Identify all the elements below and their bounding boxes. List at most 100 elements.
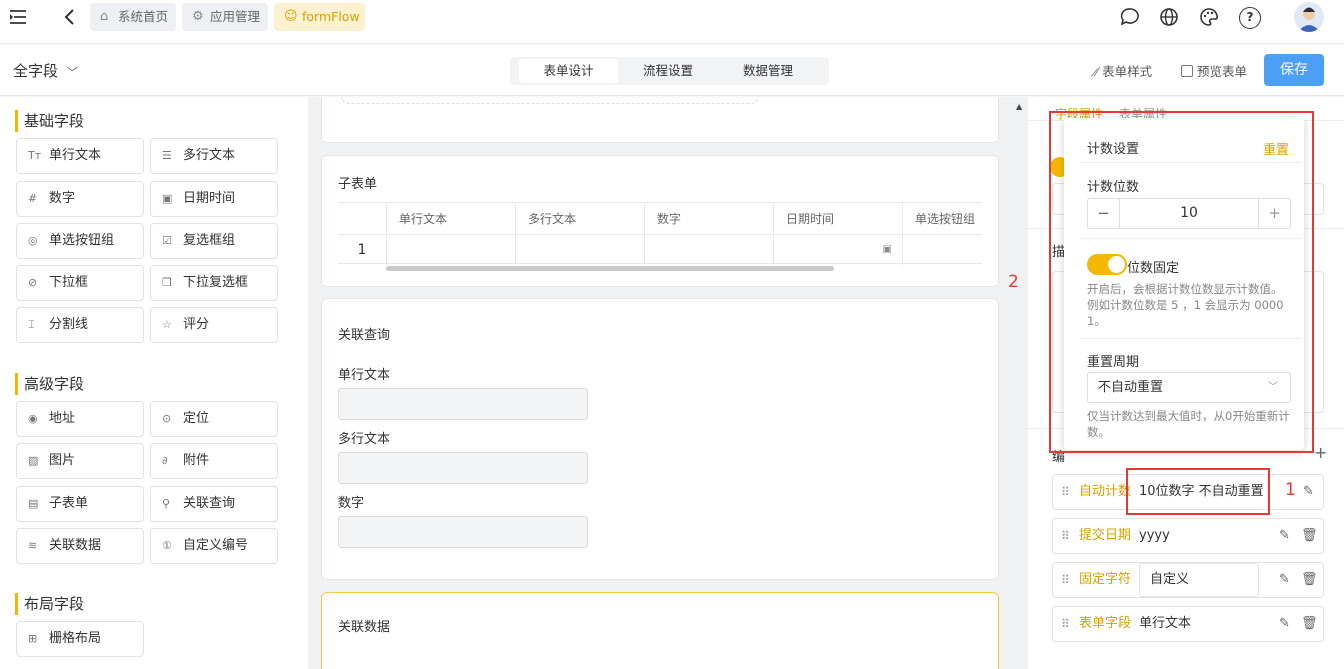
search-icon: ⚲ <box>162 497 171 510</box>
hash-icon: # <box>28 192 38 205</box>
field-multi-select[interactable]: ❐ 下拉复选框 <box>150 265 278 301</box>
field-datetime[interactable]: ▣ 日期时间 <box>150 181 278 217</box>
annotation-box-rule-value <box>1126 468 1270 515</box>
form-canvas: 子表单 1 单行文本 多行文本 数字 日期时间 ▣ 单选按钮组 关联查询 单行文本… <box>310 97 1028 669</box>
image-icon: ▨ <box>28 454 39 467</box>
calendar-icon: ▣ <box>162 192 173 205</box>
add-rule-icon[interactable]: + <box>1314 443 1327 462</box>
form-name-dropdown[interactable]: 全字段 ﹀ <box>13 60 78 82</box>
back-icon[interactable] <box>62 8 76 26</box>
palette-icon[interactable] <box>1199 7 1219 27</box>
row-index: 1 <box>357 242 367 258</box>
apps-icon: ⚙ <box>192 9 204 24</box>
rule-name: 提交日期 <box>1079 528 1132 543</box>
rule-row-submit-date[interactable]: ⠿ 提交日期 yyyy ✎ 🗑 <box>1052 518 1324 554</box>
field-single-line-text[interactable]: Tт 单行文本 <box>16 138 144 174</box>
scroll-up-arrow[interactable]: ▲ <box>1016 102 1022 111</box>
field-divider[interactable]: ⌶ 分割线 <box>16 307 144 343</box>
breadcrumb-formflow[interactable]: ☺ formFlow <box>274 3 365 31</box>
horizontal-scrollbar[interactable] <box>386 266 834 271</box>
checkbox-icon: ☑ <box>162 234 172 247</box>
lookup-field-label: 多行文本 <box>338 432 391 447</box>
section-layout-title: 布局字段 <box>15 593 84 615</box>
rule-name: 自动计数 <box>1079 484 1132 499</box>
fixed-chars-input[interactable]: 自定义 <box>1139 563 1259 597</box>
field-checkbox-group[interactable]: ☑ 复选框组 <box>150 223 278 259</box>
field-rating[interactable]: ☆ 评分 <box>150 307 278 343</box>
help-icon[interactable]: ? <box>1239 7 1261 29</box>
field-number[interactable]: # 数字 <box>16 181 144 217</box>
chat-icon[interactable] <box>1120 7 1140 27</box>
delete-icon[interactable]: 🗑 <box>1301 607 1318 641</box>
field-subform[interactable]: ▤ 子表单 <box>16 486 144 522</box>
section-basic-title: 基础字段 <box>15 110 84 132</box>
multiline-icon: ☰ <box>162 149 172 162</box>
field-linked-data[interactable]: ≋ 关联数据 <box>16 528 144 564</box>
field-location[interactable]: ⊙ 定位 <box>150 401 278 437</box>
drag-handle-icon[interactable]: ⠿ <box>1061 607 1070 641</box>
drag-handle-icon[interactable]: ⠿ <box>1061 475 1070 509</box>
table-header-cell: 单选按钮组 <box>902 203 982 265</box>
copy-icon: ❐ <box>162 276 172 289</box>
rule-row-form-field[interactable]: ⠿ 表单字段 单行文本 ✎ 🗑 <box>1052 606 1324 642</box>
preview-button[interactable]: 预览表单 <box>1181 61 1247 80</box>
field-palette: 基础字段 Tт 单行文本 ☰ 多行文本 # 数字 ▣ 日期时间 ◎ 单选按钮组 ☑ 复选框组… <box>0 97 309 669</box>
form-name: 全字段 <box>13 62 59 80</box>
subform-card[interactable]: 子表单 1 单行文本 多行文本 数字 日期时间 ▣ 单选按钮组 <box>321 155 999 287</box>
lookup-number-input[interactable] <box>338 516 588 548</box>
lookup-title: 关联查询 <box>338 328 391 343</box>
tab-data-management[interactable]: 数据管理 <box>718 59 818 83</box>
lookup-single-text-input[interactable] <box>338 388 588 420</box>
rule-row-fixed-chars[interactable]: ⠿ 固定字符 自定义 ✎ 🗑 <box>1052 562 1324 598</box>
linked-data-title: 关联数据 <box>338 620 391 635</box>
external-link-icon <box>1181 65 1193 77</box>
rule-name: 表单字段 <box>1079 616 1132 631</box>
breadcrumb-home[interactable]: ⌂ 系统首页 <box>90 3 176 31</box>
field-attachment[interactable]: ∂ 附件 <box>150 443 278 479</box>
toolbar: 全字段 ﹀ 表单设计 流程设置 数据管理 ⁄̷ 表单样式 预览表单 保存 <box>0 45 1344 96</box>
dashed-placeholder <box>341 97 759 104</box>
subform-table: 1 单行文本 多行文本 数字 日期时间 ▣ 单选按钮组 <box>338 202 982 265</box>
edit-icon[interactable]: ✎ <box>1279 607 1290 641</box>
field-multi-line-text[interactable]: ☰ 多行文本 <box>150 138 278 174</box>
drag-handle-icon[interactable]: ⠿ <box>1061 563 1070 597</box>
rule-name: 固定字符 <box>1079 572 1132 587</box>
tab-process-settings[interactable]: 流程设置 <box>618 59 718 83</box>
delete-icon[interactable]: 🗑 <box>1301 519 1318 553</box>
form-style-button[interactable]: ⁄̷ 表单样式 <box>1096 61 1152 80</box>
field-address[interactable]: ◉ 地址 <box>16 401 144 437</box>
rule-value: yyyy <box>1139 528 1170 543</box>
edit-icon[interactable]: ✎ <box>1303 475 1314 509</box>
lookup-multi-text-input[interactable] <box>338 452 588 484</box>
field-radio-group[interactable]: ◎ 单选按钮组 <box>16 223 144 259</box>
lookup-card[interactable]: 关联查询 单行文本 多行文本 数字 <box>321 298 999 580</box>
globe-icon[interactable] <box>1159 7 1179 27</box>
lookup-field-label: 数字 <box>338 496 365 511</box>
field-lookup[interactable]: ⚲ 关联查询 <box>150 486 278 522</box>
menu-fold-icon[interactable] <box>9 9 27 25</box>
avatar[interactable] <box>1294 2 1324 32</box>
paperclip-icon: ∂ <box>162 454 168 467</box>
top-bar: ⌂ 系统首页 ⚙ 应用管理 ☺ formFlow ? <box>0 0 1344 44</box>
field-select[interactable]: ⊘ 下拉框 <box>16 265 144 301</box>
table-icon: ▤ <box>28 497 39 510</box>
edit-icon[interactable]: ✎ <box>1279 563 1290 597</box>
save-button[interactable]: 保存 <box>1264 54 1324 86</box>
magic-wand-icon: ⁄̷ <box>1096 64 1099 79</box>
tab-form-design[interactable]: 表单设计 <box>519 59 618 83</box>
edit-icon[interactable]: ✎ <box>1279 519 1290 553</box>
field-image[interactable]: ▨ 图片 <box>16 443 144 479</box>
text-icon: Tт <box>28 149 42 162</box>
delete-icon[interactable]: 🗑 <box>1301 563 1318 597</box>
locate-icon: ⊙ <box>162 412 172 425</box>
table-header-cell: 多行文本 <box>515 203 644 265</box>
field-grid-layout[interactable]: ⊞ 栅格布局 <box>16 621 144 657</box>
card-partial-top[interactable] <box>321 97 999 143</box>
address-icon: ◉ <box>28 412 38 425</box>
drag-handle-icon[interactable]: ⠿ <box>1061 519 1070 553</box>
breadcrumb-apps[interactable]: ⚙ 应用管理 <box>182 3 268 31</box>
grid-icon: ⊞ <box>28 632 38 645</box>
linked-data-card[interactable]: 关联数据 <box>321 592 999 669</box>
radio-icon: ◎ <box>28 234 38 247</box>
field-custom-number[interactable]: ① 自定义编号 <box>150 528 278 564</box>
